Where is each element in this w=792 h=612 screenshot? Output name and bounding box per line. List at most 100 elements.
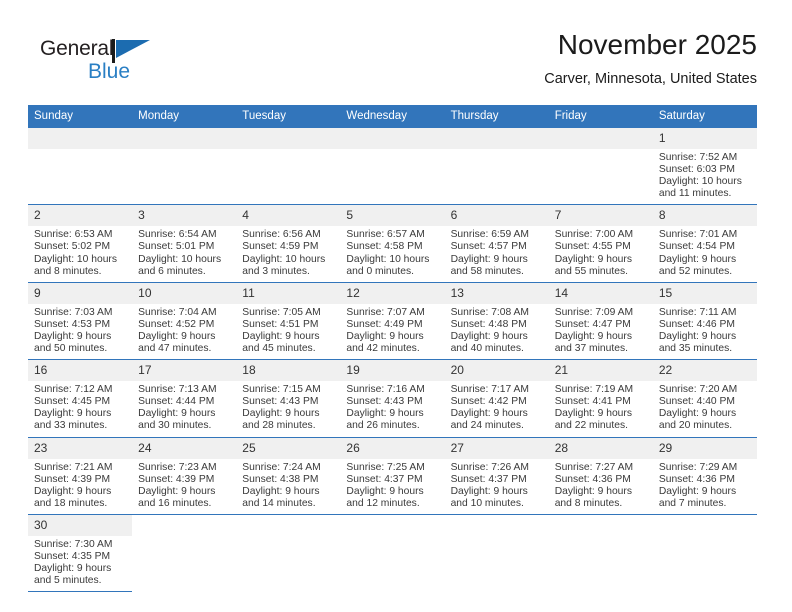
day-number: 17 [132, 360, 237, 382]
sunrise-time: Sunrise: 7:13 AM [138, 384, 217, 396]
calendar-day-cell[interactable]: 9 Sunrise: 7:03 AM Sunset: 4:53 PM Daylight… [28, 282, 133, 361]
daylight-duration-line-2: and 58 minutes. [450, 265, 524, 277]
daylight-duration-line-1: Daylight: 9 hours [138, 408, 216, 420]
sunset-time: Sunset: 4:43 PM [346, 396, 423, 408]
day-number: 9 [28, 282, 133, 304]
calendar-day-cell[interactable]: 21 Sunrise: 7:19 AM Sunset: 4:41 PM Dayligh… [548, 359, 653, 438]
sunset-time: Sunset: 4:45 PM [34, 396, 111, 408]
day-number: 8 [652, 205, 757, 227]
sunset-time: Sunset: 4:55 PM [554, 241, 631, 253]
day-number [548, 128, 653, 149]
day-details: Sunrise: 7:09 AM Sunset: 4:47 PM Daylight:… [549, 304, 653, 359]
daylight-duration-line-2: and 3 minutes. [242, 265, 310, 277]
calendar-day-cell[interactable]: 5 Sunrise: 6:57 AM Sunset: 4:58 PM Daylight… [340, 204, 445, 283]
calendar-day-cell-empty [652, 514, 757, 592]
calendar-day-cell[interactable]: 20 Sunrise: 7:17 AM Sunset: 4:42 PM Dayligh… [444, 359, 549, 438]
calendar-day-cell[interactable]: 1 Sunrise: 7:52 AM Sunset: 6:03 PM Daylight… [652, 128, 757, 206]
calendar-day-cell[interactable]: 10 Sunrise: 7:04 AM Sunset: 4:52 PM Dayligh… [132, 282, 237, 361]
day-number [132, 514, 237, 536]
daylight-duration-line-1: Daylight: 9 hours [554, 330, 632, 342]
day-details: Sunrise: 7:26 AM Sunset: 4:37 PM Daylight:… [445, 459, 549, 514]
daylight-duration-line-1: Daylight: 9 hours [658, 408, 737, 420]
day-number: 2 [28, 205, 133, 227]
daylight-duration-line-2: and 16 minutes. [138, 497, 212, 509]
sunset-time: Sunset: 4:39 PM [138, 473, 215, 485]
daylight-duration-line-2: and 45 minutes. [242, 343, 316, 355]
calendar-day-cell[interactable]: 29 Sunrise: 7:29 AM Sunset: 4:36 PM Dayligh… [652, 437, 757, 515]
daylight-duration-line-2: and 20 minutes. [658, 420, 733, 432]
day-number: 4 [236, 205, 341, 227]
daylight-duration-line-1: Daylight: 9 hours [450, 330, 528, 342]
daylight-duration-line-2: and 30 minutes. [138, 420, 212, 432]
calendar-day-cell[interactable]: 13 Sunrise: 7:08 AM Sunset: 4:48 PM Dayligh… [444, 282, 549, 361]
sunrise-time: Sunrise: 6:53 AM [34, 229, 113, 241]
calendar-day-cell[interactable]: 26 Sunrise: 7:25 AM Sunset: 4:37 PM Dayligh… [340, 437, 445, 515]
calendar-day-cell[interactable]: 8 Sunrise: 7:01 AM Sunset: 4:54 PM Daylight… [652, 204, 757, 283]
sunrise-time: Sunrise: 7:52 AM [658, 152, 738, 163]
day-details: Sunrise: 7:11 AM Sunset: 4:46 PM Daylight:… [653, 304, 757, 359]
daylight-duration-line-2: and 52 minutes. [658, 265, 733, 277]
general-blue-logo[interactable]: General Blue [40, 38, 280, 94]
calendar-day-cell[interactable]: 16 Sunrise: 7:12 AM Sunset: 4:45 PM Dayligh… [28, 359, 133, 438]
sunset-time: Sunset: 4:35 PM [34, 550, 111, 562]
calendar-day-cell[interactable]: 18 Sunrise: 7:15 AM Sunset: 4:43 PM Dayligh… [236, 359, 341, 438]
sunrise-sunset-calendar: Sunday Monday Tuesday Wednesday Thursday… [28, 105, 757, 593]
day-details: Sunrise: 6:56 AM Sunset: 4:59 PM Daylight:… [236, 226, 340, 281]
sunset-time: Sunset: 4:41 PM [554, 396, 631, 408]
calendar-day-cell[interactable]: 4 Sunrise: 6:56 AM Sunset: 4:59 PM Daylight… [236, 204, 341, 283]
calendar-week-row: 16 Sunrise: 7:12 AM Sunset: 4:45 PM Dayligh… [28, 359, 757, 438]
calendar-day-cell[interactable]: 15 Sunrise: 7:11 AM Sunset: 4:46 PM Dayligh… [652, 282, 757, 361]
calendar-day-cell[interactable]: 14 Sunrise: 7:09 AM Sunset: 4:47 PM Dayligh… [548, 282, 653, 361]
sunrise-time: Sunrise: 7:11 AM [658, 306, 737, 318]
day-number: 21 [548, 360, 653, 382]
day-details: Sunrise: 7:23 AM Sunset: 4:39 PM Daylight:… [132, 459, 236, 514]
weekday-header-thursday: Thursday [444, 105, 549, 128]
day-details: Sunrise: 7:30 AM Sunset: 4:35 PM Daylight:… [28, 536, 132, 591]
day-number: 12 [340, 282, 445, 304]
calendar-day-cell[interactable]: 25 Sunrise: 7:24 AM Sunset: 4:38 PM Dayligh… [236, 437, 341, 515]
calendar-day-cell[interactable]: 2 Sunrise: 6:53 AM Sunset: 5:02 PM Daylight… [28, 204, 133, 283]
daylight-duration-line-1: Daylight: 9 hours [242, 408, 320, 420]
sunrise-time: Sunrise: 6:56 AM [242, 229, 321, 241]
calendar-day-cell[interactable]: 7 Sunrise: 7:00 AM Sunset: 4:55 PM Daylight… [548, 204, 653, 283]
daylight-duration-line-2: and 10 minutes. [450, 497, 524, 509]
calendar-day-cell-empty [548, 128, 653, 206]
day-details: Sunrise: 7:07 AM Sunset: 4:49 PM Daylight:… [340, 304, 444, 359]
sunrise-time: Sunrise: 7:16 AM [346, 384, 425, 396]
calendar-day-cell[interactable]: 27 Sunrise: 7:26 AM Sunset: 4:37 PM Dayligh… [444, 437, 549, 515]
calendar-day-cell[interactable]: 6 Sunrise: 6:59 AM Sunset: 4:57 PM Daylight… [444, 204, 549, 283]
sunrise-time: Sunrise: 6:57 AM [346, 229, 425, 241]
sunset-time: Sunset: 5:02 PM [34, 241, 111, 253]
calendar-day-cell[interactable]: 3 Sunrise: 6:54 AM Sunset: 5:01 PM Daylight… [132, 204, 237, 283]
daylight-duration-line-2: and 47 minutes. [138, 343, 212, 355]
calendar-day-cell[interactable]: 19 Sunrise: 7:16 AM Sunset: 4:43 PM Dayligh… [340, 359, 445, 438]
calendar-body: 1 Sunrise: 7:52 AM Sunset: 6:03 PM Daylight… [28, 128, 757, 593]
calendar-day-cell[interactable]: 17 Sunrise: 7:13 AM Sunset: 4:44 PM Dayligh… [132, 359, 237, 438]
sunrise-time: Sunrise: 7:09 AM [554, 306, 634, 318]
calendar-day-cell[interactable]: 28 Sunrise: 7:27 AM Sunset: 4:36 PM Dayligh… [548, 437, 653, 515]
day-number: 18 [236, 360, 341, 382]
sunrise-time: Sunrise: 7:15 AM [242, 384, 321, 396]
sunrise-time: Sunrise: 7:25 AM [346, 461, 425, 473]
calendar-day-cell[interactable]: 11 Sunrise: 7:05 AM Sunset: 4:51 PM Dayligh… [236, 282, 341, 361]
day-details: Sunrise: 7:19 AM Sunset: 4:41 PM Daylight:… [549, 381, 653, 436]
sunset-time: Sunset: 4:57 PM [450, 241, 527, 253]
calendar-day-cell[interactable]: 22 Sunrise: 7:20 AM Sunset: 4:40 PM Dayligh… [652, 359, 757, 438]
day-details: Sunrise: 7:29 AM Sunset: 4:36 PM Daylight:… [653, 459, 757, 514]
day-number: 1 [652, 128, 757, 149]
sunrise-time: Sunrise: 6:59 AM [450, 229, 529, 241]
calendar-day-cell[interactable]: 23 Sunrise: 7:21 AM Sunset: 4:39 PM Dayligh… [28, 437, 133, 515]
calendar-day-cell[interactable]: 24 Sunrise: 7:23 AM Sunset: 4:39 PM Dayligh… [132, 437, 237, 515]
sunrise-time: Sunrise: 7:27 AM [554, 461, 634, 473]
weekday-header-saturday: Saturday [652, 105, 757, 128]
day-number: 20 [444, 360, 549, 382]
calendar-day-cell-empty [548, 514, 653, 592]
logo-text-blue: Blue [88, 60, 131, 83]
sunrise-time: Sunrise: 7:03 AM [34, 306, 113, 318]
sunrise-time: Sunrise: 7:21 AM [34, 461, 113, 473]
day-number [652, 514, 757, 536]
daylight-duration-line-2: and 12 minutes. [346, 497, 420, 509]
calendar-day-cell[interactable]: 30 Sunrise: 7:30 AM Sunset: 4:35 PM Dayligh… [28, 514, 133, 593]
day-number: 5 [340, 205, 445, 227]
calendar-day-cell[interactable]: 12 Sunrise: 7:07 AM Sunset: 4:49 PM Dayligh… [340, 282, 445, 361]
